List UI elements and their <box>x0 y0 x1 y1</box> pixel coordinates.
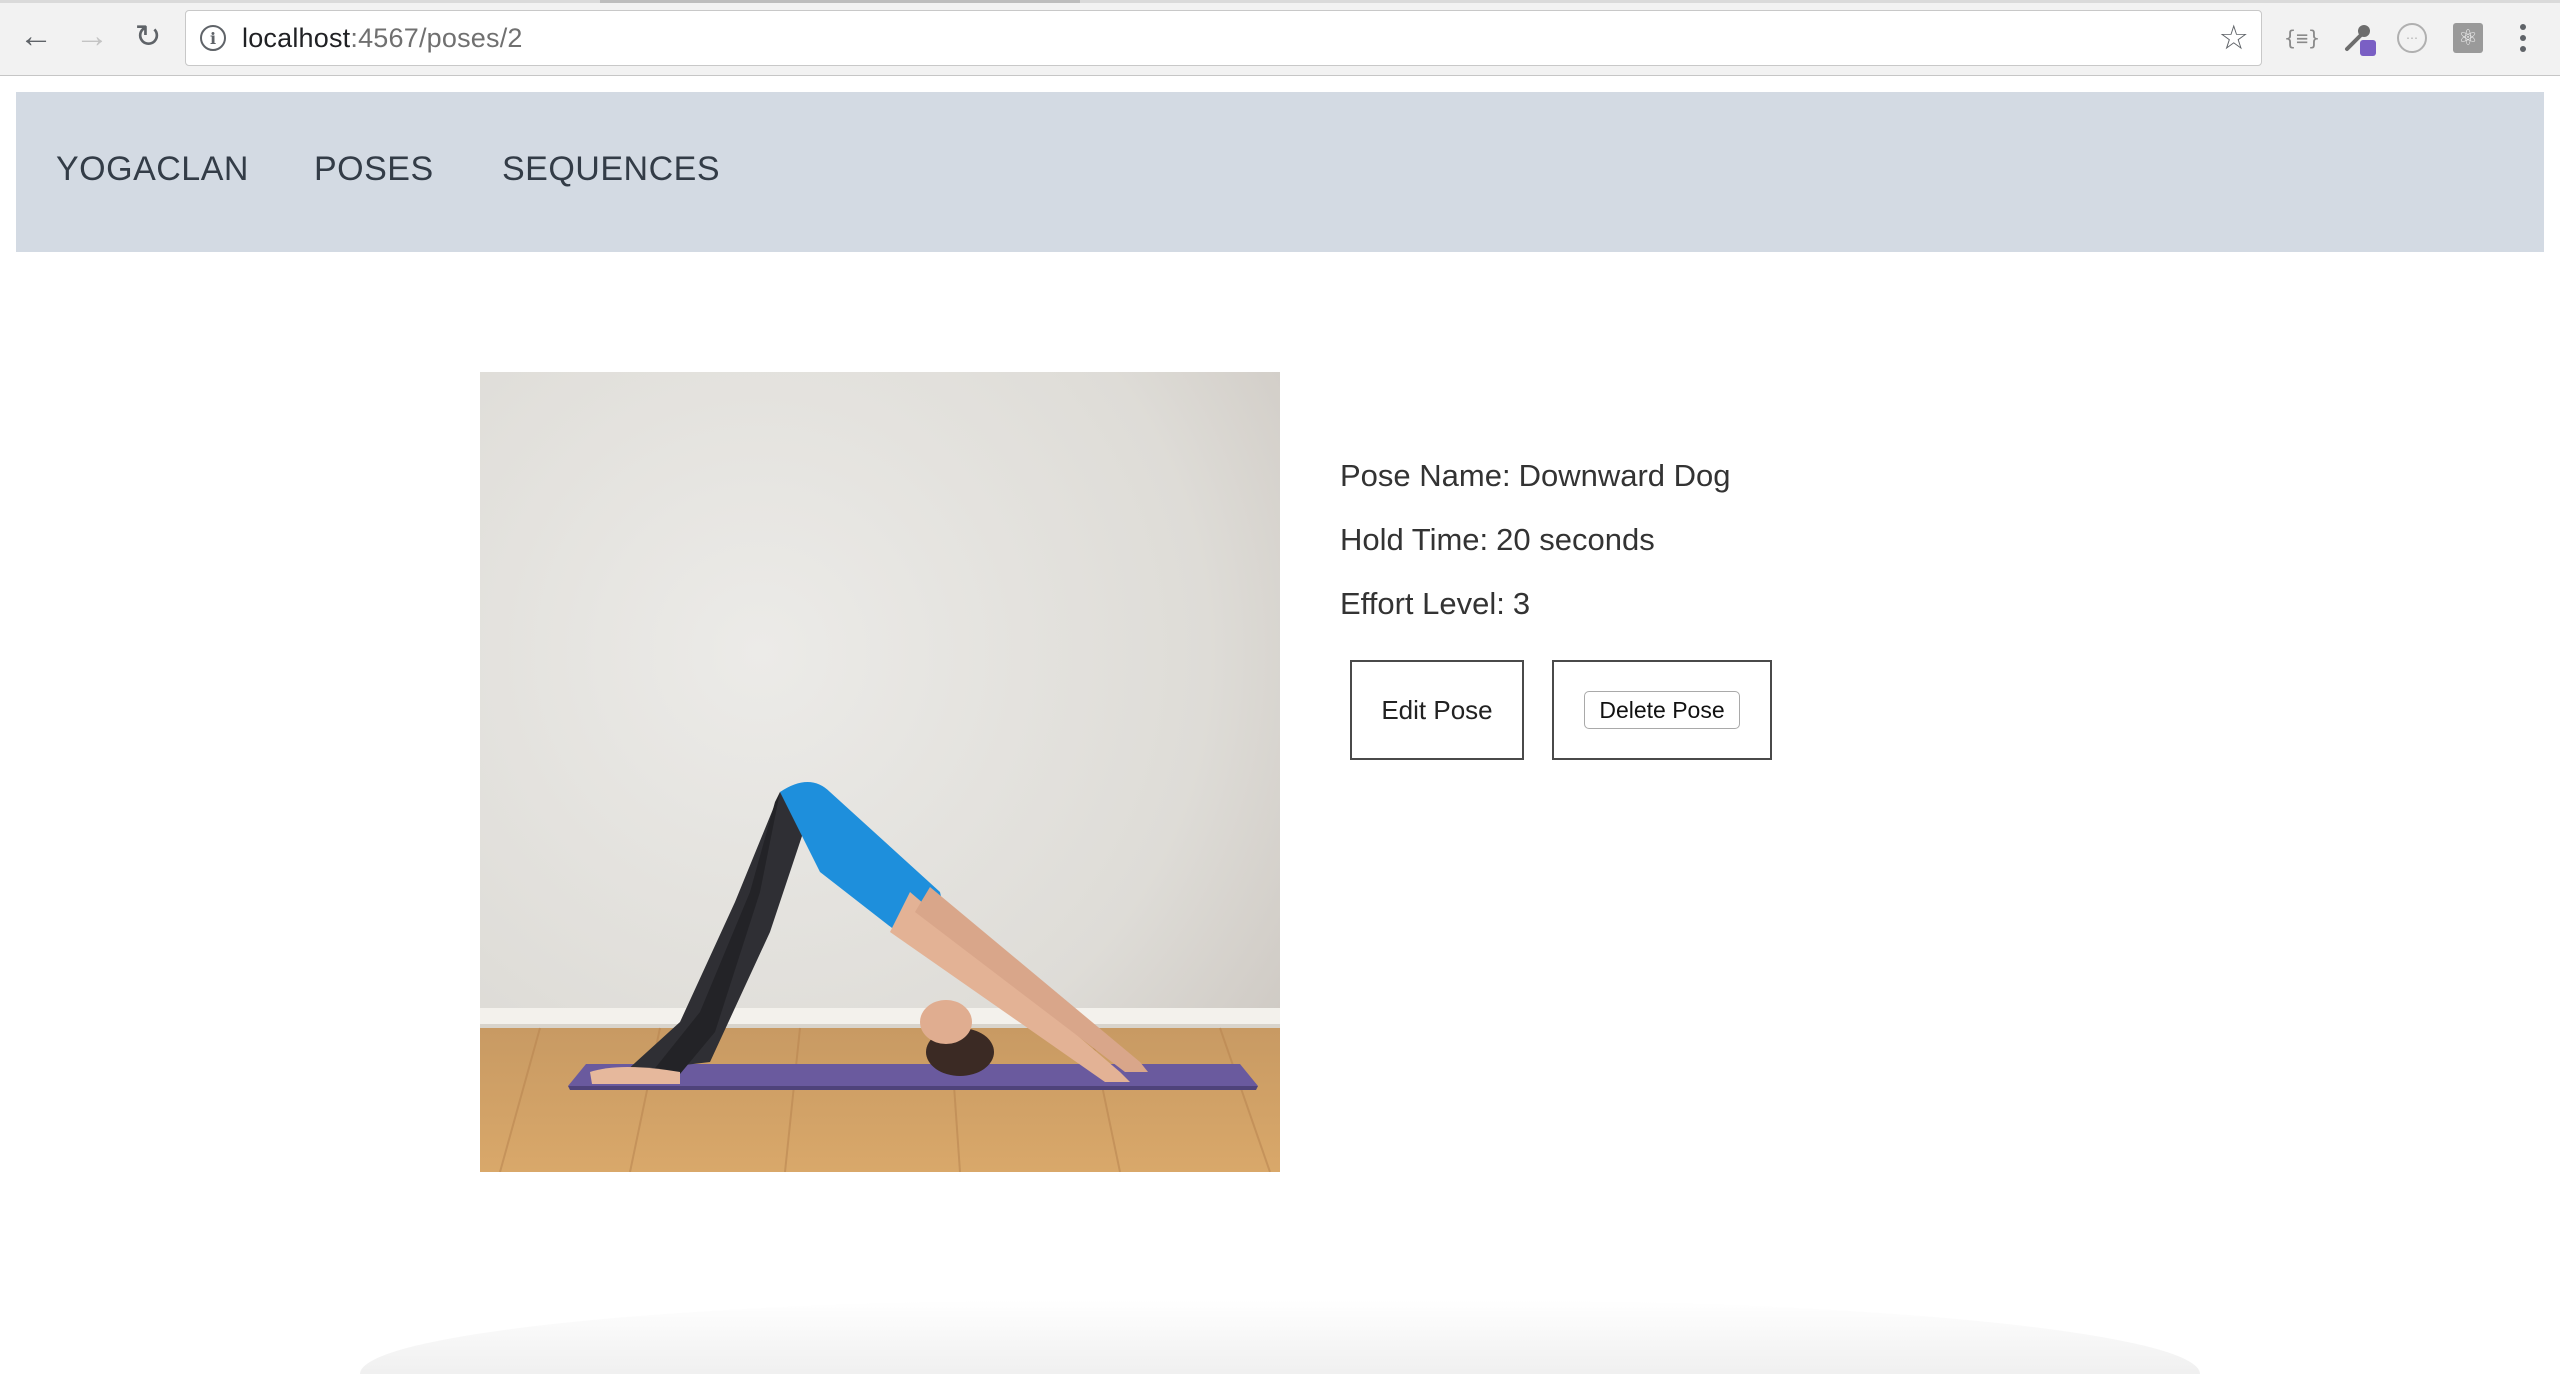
effort-level-value: 3 <box>1512 586 1531 621</box>
forward-arrow-icon[interactable]: → <box>70 14 114 58</box>
pose-details: Pose Name: Downward Dog Hold Time: 20 seco… <box>1340 454 2040 646</box>
delete-pose-form: Delete Pose <box>1552 660 1772 760</box>
effort-level-label: Effort Level: <box>1340 586 1505 621</box>
active-tab-indicator <box>600 0 1080 3</box>
star-icon[interactable]: ☆ <box>2219 19 2249 57</box>
pose-image <box>480 372 1280 1172</box>
hold-time-label: Hold Time: <box>1340 522 1489 557</box>
url-host: localhost <box>242 22 351 53</box>
pose-name-value: Downward Dog <box>1518 458 1731 493</box>
more-vertical-icon[interactable] <box>2508 16 2538 60</box>
hold-time-row: Hold Time: 20 seconds <box>1340 518 2040 582</box>
address-bar[interactable]: i localhost:4567/poses/2 ☆ <box>185 10 2262 66</box>
nav-link-poses[interactable]: POSES <box>314 150 434 189</box>
pose-name-label: Pose Name: <box>1340 458 1511 493</box>
json-viewer-icon[interactable]: {≡} <box>2282 18 2322 58</box>
reload-icon[interactable]: ↻ <box>126 14 170 58</box>
edit-pose-button[interactable]: Edit Pose <box>1350 660 1524 760</box>
ext-circle-icon[interactable]: ⋯ <box>2392 18 2432 58</box>
site-navbar: YOGACLAN POSES SEQUENCES <box>16 92 2544 252</box>
pose-name-row: Pose Name: Downward Dog <box>1340 454 2040 518</box>
back-arrow-icon[interactable]: ← <box>14 14 58 58</box>
eyedropper-icon[interactable] <box>2338 18 2378 58</box>
delete-pose-button[interactable]: Delete Pose <box>1584 691 1740 729</box>
extension-badge <box>2360 40 2376 56</box>
effort-level-row: Effort Level: 3 <box>1340 582 2040 646</box>
nav-brand-link[interactable]: YOGACLAN <box>56 150 249 189</box>
url-text[interactable]: localhost:4567/poses/2 <box>242 23 523 54</box>
browser-toolbar: ← → ↻ i localhost:4567/poses/2 ☆ {≡} ⋯ ⚛ <box>0 0 2560 76</box>
info-icon[interactable]: i <box>200 25 226 51</box>
tab-strip <box>0 0 2560 3</box>
url-path: :4567/poses/2 <box>350 22 523 53</box>
bottom-shadow <box>360 1300 2200 1374</box>
react-devtools-icon[interactable]: ⚛ <box>2448 18 2488 58</box>
nav-link-sequences[interactable]: SEQUENCES <box>502 150 720 189</box>
edit-pose-label: Edit Pose <box>1381 694 1493 725</box>
hold-time-value: 20 seconds <box>1496 522 1655 557</box>
